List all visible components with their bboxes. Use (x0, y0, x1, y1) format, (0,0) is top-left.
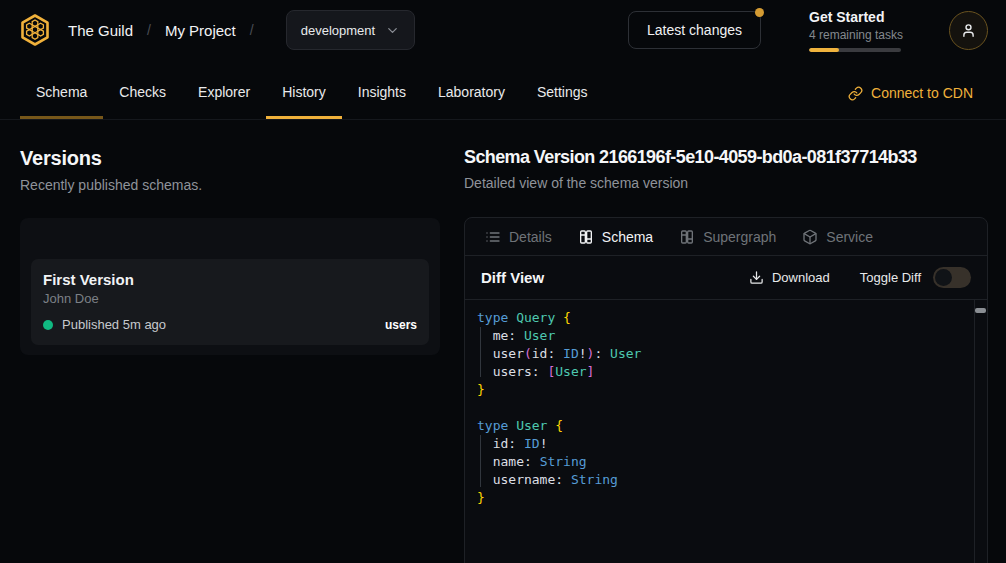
code-scrollbar[interactable] (974, 300, 987, 563)
code-line: type Query { (477, 309, 973, 327)
schema-version-subtitle: Detailed view of the schema version (464, 175, 988, 191)
version-list-item[interactable]: First Version John Doe Published 5m ago … (31, 259, 429, 345)
get-started-subtitle: 4 remaining tasks (809, 28, 901, 42)
version-status: Published 5m ago (62, 317, 166, 332)
code-line: user(id: ID!): User (477, 345, 973, 363)
latest-changes-label: Latest changes (647, 22, 742, 38)
nav-tab-schema[interactable]: Schema (20, 60, 103, 119)
diff-view-toolbar: Diff View Download Toggle Diff (465, 256, 987, 300)
box-icon (802, 229, 818, 245)
nav-tab-history[interactable]: History (266, 60, 342, 119)
code-line: } (477, 381, 973, 399)
user-avatar[interactable] (949, 11, 988, 50)
download-icon (749, 270, 764, 285)
versions-title: Versions (20, 147, 440, 170)
breadcrumb: The Guild / My Project / (68, 22, 268, 39)
version-tab-details[interactable]: Details (485, 229, 552, 245)
toggle-diff-label: Toggle Diff (860, 270, 921, 285)
connect-to-cdn-link[interactable]: Connect to CDN (848, 60, 973, 119)
link-icon (848, 86, 863, 101)
environment-selector-value: development (301, 23, 375, 38)
user-icon (960, 22, 977, 39)
code-scrollbar-thumb[interactable] (975, 308, 986, 313)
code-line: name: String (477, 453, 973, 471)
schema-code-viewer[interactable]: type Query { me: User user(id: ID!): Use… (465, 300, 987, 563)
breadcrumb-org[interactable]: The Guild (68, 22, 133, 39)
version-tab-schema[interactable]: Schema (578, 229, 653, 245)
breadcrumb-project[interactable]: My Project (165, 22, 236, 39)
guild-logo-icon[interactable] (18, 13, 52, 47)
code-line: type User { (477, 417, 973, 435)
diff-view-title: Diff View (481, 269, 544, 286)
get-started-widget[interactable]: Get Started 4 remaining tasks (809, 9, 901, 52)
schema-version-tabs: Details Schema Supergraph Service (465, 218, 987, 256)
schema-version-card: Details Schema Supergraph Service Diff View… (464, 217, 988, 563)
notification-dot (755, 8, 764, 17)
versions-subtitle: Recently published schemas. (20, 177, 440, 193)
nav-tab-explorer[interactable]: Explorer (182, 60, 266, 119)
columns-icon (578, 229, 594, 245)
get-started-title: Get Started (809, 9, 901, 25)
schema-version-panel: Schema Version 2166196f-5e10-4059-bd0a-0… (464, 147, 988, 563)
nav-tab-settings[interactable]: Settings (521, 60, 604, 119)
download-button[interactable]: Download (749, 270, 830, 285)
nav-tab-laboratory[interactable]: Laboratory (422, 60, 521, 119)
code-line (477, 399, 973, 417)
versions-list-card: First Version John Doe Published 5m ago … (20, 218, 440, 355)
indent-guide (480, 327, 481, 377)
published-status-dot (43, 320, 53, 330)
nav-tab-insights[interactable]: Insights (342, 60, 422, 119)
breadcrumb-separator: / (147, 22, 151, 38)
chevron-down-icon (385, 23, 400, 38)
code-line: id: ID! (477, 435, 973, 453)
version-tab-supergraph[interactable]: Supergraph (679, 229, 776, 245)
code-line: username: String (477, 471, 973, 489)
breadcrumb-separator: / (250, 22, 254, 38)
list-icon (485, 229, 501, 245)
version-tab-service[interactable]: Service (802, 229, 873, 245)
project-nav: SchemaChecksExplorerHistoryInsightsLabor… (0, 60, 1006, 120)
environment-selector[interactable]: development (286, 10, 415, 50)
columns-icon (679, 229, 695, 245)
code-line: me: User (477, 327, 973, 345)
versions-panel: Versions Recently published schemas. Fir… (20, 147, 440, 563)
version-service-badge: users (385, 318, 417, 332)
schema-version-title: Schema Version 2166196f-5e10-4059-bd0a-0… (464, 147, 988, 168)
connect-to-cdn-label: Connect to CDN (871, 85, 973, 101)
version-author: John Doe (43, 291, 417, 306)
get-started-progress (809, 48, 901, 52)
code-line: } (477, 489, 973, 507)
header: The Guild / My Project / development Lat… (0, 0, 1006, 60)
indent-guide (480, 435, 481, 487)
code-line: users: [User] (477, 363, 973, 381)
toggle-diff-switch[interactable] (933, 267, 971, 288)
download-label: Download (772, 270, 830, 285)
switch-knob (935, 269, 952, 286)
latest-changes-button[interactable]: Latest changes (628, 11, 761, 49)
version-name: First Version (43, 271, 417, 288)
nav-tab-checks[interactable]: Checks (103, 60, 182, 119)
main-content: Versions Recently published schemas. Fir… (0, 120, 1006, 563)
app-root: The Guild / My Project / development Lat… (0, 0, 1006, 563)
